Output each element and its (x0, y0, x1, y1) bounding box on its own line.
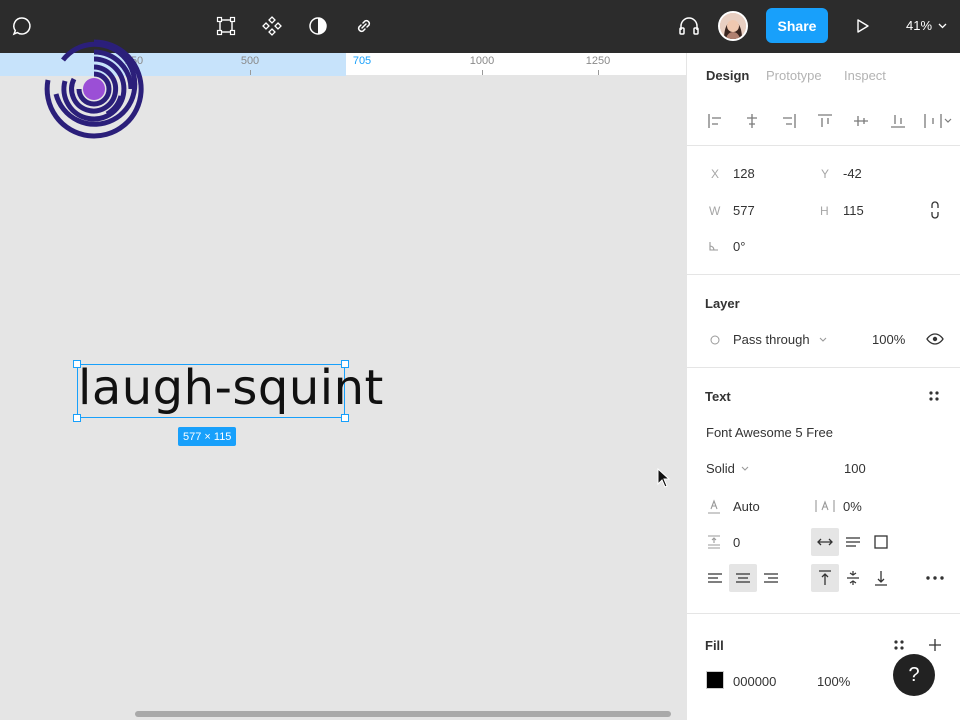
fill-color-swatch[interactable] (706, 671, 724, 689)
tab-inspect[interactable]: Inspect (844, 68, 886, 83)
font-size-input[interactable]: 100 (844, 461, 866, 476)
zoom-value: 41% (906, 18, 933, 33)
auto-height-icon[interactable] (839, 528, 867, 556)
maze-logo-icon[interactable] (43, 38, 145, 140)
distribute-dropdown-icon[interactable] (921, 108, 955, 134)
text-align-right-icon[interactable] (757, 564, 785, 592)
divider (687, 145, 960, 146)
text-section-title: Text (705, 389, 731, 404)
alignment-toolbar (687, 99, 960, 145)
y-label: Y (821, 167, 830, 181)
ruler-tick-mark (598, 70, 599, 75)
blend-mode-dropdown[interactable]: Pass through (733, 332, 810, 347)
more-options-icon[interactable] (921, 564, 949, 592)
align-vertical-center-icon[interactable] (848, 108, 874, 134)
blend-mode-icon (709, 334, 721, 346)
align-horizontal-center-icon[interactable] (739, 108, 765, 134)
share-button[interactable]: Share (766, 8, 828, 43)
avatar[interactable] (718, 11, 748, 41)
chevron-down-icon[interactable] (740, 464, 750, 472)
fill-hex-input[interactable]: 000000 (733, 674, 776, 689)
w-input[interactable]: 577 (733, 203, 755, 218)
align-top-icon[interactable] (812, 108, 838, 134)
align-left-icon[interactable] (702, 108, 728, 134)
text-align-center-icon[interactable] (729, 564, 757, 592)
text-styles-grid-icon[interactable] (925, 387, 943, 405)
tab-prototype[interactable]: Prototype (766, 68, 822, 83)
letter-spacing-input[interactable]: 0% (843, 499, 862, 514)
vertical-align-top-icon[interactable] (811, 564, 839, 592)
fill-styles-grid-icon[interactable] (890, 636, 908, 654)
dimensions-badge: 577 × 115 (178, 427, 237, 446)
comment-icon[interactable] (9, 13, 35, 39)
ruler-tick: 1000 (469, 55, 495, 67)
h-label: H (820, 204, 829, 218)
line-height-input[interactable]: Auto (733, 499, 760, 514)
divider (687, 367, 960, 368)
text-align-left-icon[interactable] (701, 564, 729, 592)
divider (687, 613, 960, 614)
properties-panel: Design Prototype Inspect X 128 Y -42 W 5… (686, 53, 960, 720)
link-icon[interactable] (351, 13, 377, 39)
mask-icon[interactable] (305, 13, 331, 39)
font-style-dropdown[interactable]: Solid (706, 461, 735, 476)
layer-section-title: Layer (705, 296, 740, 311)
horizontal-scrollbar[interactable] (135, 711, 671, 717)
auto-width-icon[interactable] (811, 528, 839, 556)
ruler-tick-mark (482, 70, 483, 75)
help-button[interactable]: ? (893, 654, 935, 696)
vertical-align-middle-icon[interactable] (839, 564, 867, 592)
y-input[interactable]: -42 (843, 166, 862, 181)
line-height-icon (705, 497, 723, 515)
divider (687, 274, 960, 275)
ruler-tick-mark (250, 70, 251, 75)
add-fill-plus-icon[interactable] (925, 635, 945, 655)
ruler-tick-selected: 705 (352, 55, 372, 67)
frame-tool-icon[interactable] (213, 13, 239, 39)
font-family-dropdown[interactable]: Font Awesome 5 Free (706, 425, 833, 440)
chevron-down-icon (938, 23, 947, 28)
panel-tabs: Design Prototype Inspect (687, 53, 960, 99)
ruler-tick: 1250 (585, 55, 611, 67)
x-label: X (711, 167, 720, 181)
tab-design[interactable]: Design (706, 68, 749, 83)
component-icon[interactable] (259, 13, 285, 39)
play-icon[interactable] (849, 13, 875, 39)
letter-spacing-icon (814, 497, 836, 515)
layer-opacity-input[interactable]: 100% (872, 332, 905, 347)
rotation-input[interactable]: 0° (733, 239, 745, 254)
zoom-dropdown[interactable]: 41% (906, 18, 947, 33)
constrain-proportions-icon[interactable] (927, 199, 943, 221)
fill-opacity-input[interactable]: 100% (817, 674, 850, 689)
x-input[interactable]: 128 (733, 166, 755, 181)
fixed-size-icon[interactable] (867, 528, 895, 556)
w-label: W (709, 204, 721, 218)
selected-text-layer[interactable]: laugh-squint (78, 360, 384, 416)
paragraph-spacing-input[interactable]: 0 (733, 535, 740, 550)
align-bottom-icon[interactable] (885, 108, 911, 134)
headphones-icon[interactable] (676, 13, 702, 39)
ruler-tick: 500 (240, 55, 260, 67)
mouse-cursor-icon (657, 467, 671, 493)
chevron-down-icon[interactable] (818, 335, 828, 343)
eye-icon[interactable] (925, 331, 945, 347)
paragraph-spacing-icon (705, 533, 723, 551)
rotation-icon (707, 239, 721, 253)
align-right-icon[interactable] (776, 108, 802, 134)
h-input[interactable]: 115 (843, 203, 864, 218)
fill-section-title: Fill (705, 638, 724, 653)
vertical-align-bottom-icon[interactable] (867, 564, 895, 592)
